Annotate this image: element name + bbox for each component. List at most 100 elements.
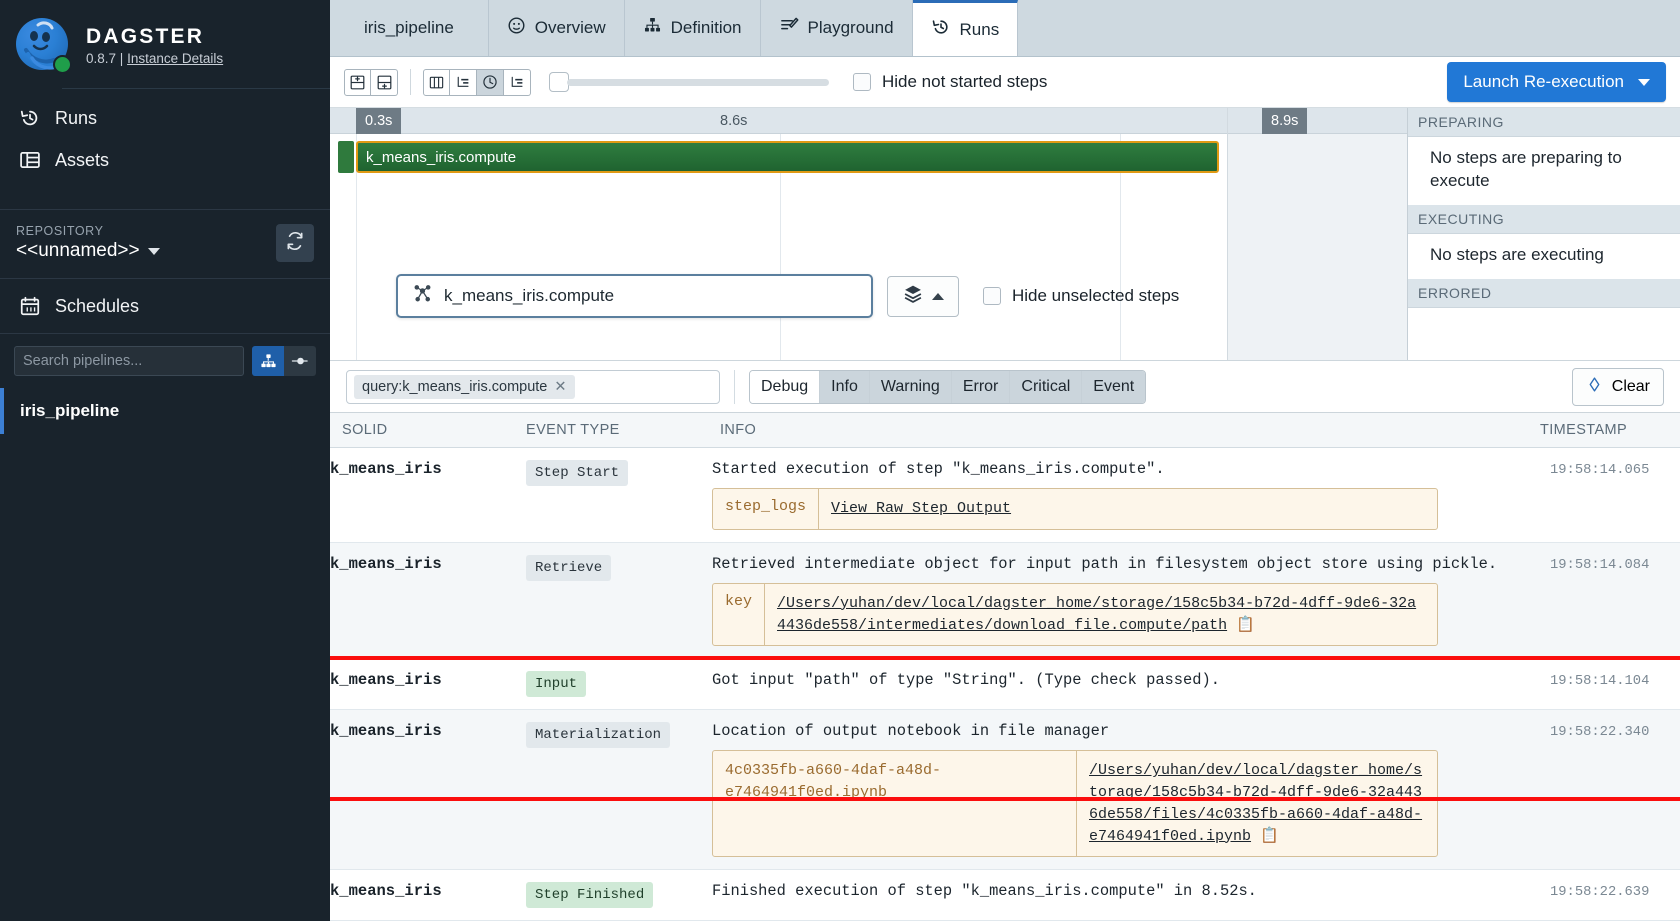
log-filter-bar: query:k_means_iris.compute ✕ Debug Info … xyxy=(330,361,1680,413)
row-solid-name: k_means_iris xyxy=(330,671,442,690)
tab-label: Overview xyxy=(534,18,606,37)
checkbox-box[interactable] xyxy=(853,73,871,91)
level-filter-critical[interactable]: Critical xyxy=(1010,370,1083,403)
metadata-value[interactable]: /Users/yuhan/dev/local/dagster_home/stor… xyxy=(1077,751,1437,856)
tab-pipeline-title: iris_pipeline xyxy=(330,0,489,56)
table-row[interactable]: k_means_iris Step Finished Finished exec… xyxy=(330,870,1680,921)
main-panel: iris_pipeline Overview Definition Playgr… xyxy=(330,0,1680,921)
checkbox-box[interactable] xyxy=(983,287,1001,305)
gantt-bar-label: k_means_iris.compute xyxy=(366,148,517,166)
metadata-link[interactable]: /Users/yuhan/dev/local/dagster_home/stor… xyxy=(777,595,1416,634)
row-solid-name: k_means_iris xyxy=(330,460,442,478)
row-metadata-box: key /Users/yuhan/dev/local/dagster_home/… xyxy=(712,582,1438,647)
version-separator: | xyxy=(119,50,124,66)
level-filter-event[interactable]: Event xyxy=(1082,370,1146,403)
level-filter-debug[interactable]: Debug xyxy=(750,370,821,403)
launch-re-execution-button[interactable]: Launch Re-execution xyxy=(1447,62,1666,102)
tab-label: Definition xyxy=(670,18,742,37)
history-clock-icon xyxy=(931,17,951,42)
row-info-text: Location of output notebook in file mana… xyxy=(712,722,1110,741)
sidebar-item-runs[interactable]: Runs xyxy=(0,97,330,139)
reload-repository-button[interactable] xyxy=(276,224,314,262)
log-table-header: SOLID EVENT TYPE INFO TIMESTAMP xyxy=(330,413,1680,448)
tab-label: Runs xyxy=(959,19,1000,39)
row-event-type-badge: Step Start xyxy=(526,460,629,486)
tab-overview[interactable]: Overview xyxy=(489,0,625,56)
zoom-button-group xyxy=(344,68,398,96)
checkbox-label: Hide unselected steps xyxy=(1012,286,1180,305)
table-row[interactable]: k_means_iris Materialization Location of… xyxy=(330,710,1680,871)
clear-logs-button[interactable]: Clear xyxy=(1571,367,1664,406)
repository-label: REPOSITORY xyxy=(16,224,104,238)
column-header-info: INFO xyxy=(720,422,757,438)
gantt-timeline: 0.3s 8.6s k_means_iris.compute k_means_i… xyxy=(330,108,1227,360)
layers-button[interactable] xyxy=(887,275,959,317)
columns-icon[interactable] xyxy=(423,68,450,96)
row-timestamp: 19:58:14.084 xyxy=(1550,557,1650,573)
query-token-label: query:k_means_iris.compute xyxy=(362,378,548,395)
level-filter-warning[interactable]: Warning xyxy=(869,370,952,403)
gantt-bar-k_means_iris[interactable]: k_means_iris.compute xyxy=(356,141,1219,173)
sidebar-item-assets[interactable]: Assets xyxy=(0,139,330,181)
chevron-down-icon xyxy=(147,247,160,255)
tab-bar-filler xyxy=(1018,0,1680,56)
hide-unselected-steps-checkbox[interactable]: Hide unselected steps xyxy=(983,286,1179,306)
dagster-logo xyxy=(14,16,72,74)
zoom-slider-track[interactable] xyxy=(567,78,829,86)
step-selector-input[interactable]: k_means_iris.compute xyxy=(396,274,873,318)
clock-icon[interactable] xyxy=(477,68,504,96)
copy-icon[interactable]: 📋 xyxy=(1260,828,1279,845)
waterfall-icon[interactable] xyxy=(450,68,477,96)
brand-subtitle: 0.8.7 | Instance Details xyxy=(86,51,223,66)
close-icon[interactable]: ✕ xyxy=(554,379,566,395)
section-body-errored xyxy=(1408,308,1680,330)
table-row[interactable]: k_means_iris Step Start Started executio… xyxy=(330,448,1680,543)
metadata-link[interactable]: View Raw Step Output xyxy=(831,500,1011,517)
metadata-value[interactable]: View Raw Step Output xyxy=(819,489,1023,529)
hide-not-started-steps-checkbox[interactable]: Hide not started steps xyxy=(853,72,1047,92)
toolbar-divider xyxy=(410,69,411,95)
gantt-end-region: 8.9s xyxy=(1227,108,1407,360)
zoom-slider[interactable] xyxy=(549,72,829,92)
sidebar-item-schedules[interactable]: Schedules xyxy=(0,279,330,334)
repository-name-text: <<unnamed>> xyxy=(16,240,140,261)
copy-icon[interactable]: 📋 xyxy=(1236,617,1255,634)
zoom-slider-handle[interactable] xyxy=(549,72,569,92)
table-row[interactable]: k_means_iris Retrieve Retrieved intermed… xyxy=(330,542,1680,660)
refresh-icon xyxy=(285,231,305,256)
tab-runs[interactable]: Runs xyxy=(912,0,1019,56)
table-grid-icon xyxy=(18,148,42,172)
log-level-filter-group: Debug Info Warning Error Critical Event xyxy=(749,369,1147,404)
repository-name[interactable]: <<unnamed>> xyxy=(16,240,160,262)
filter-divider xyxy=(734,369,735,404)
tab-playground[interactable]: Playground xyxy=(761,0,913,56)
gantt-mid-time: 8.6s xyxy=(720,113,748,129)
zoom-out-icon[interactable] xyxy=(371,68,398,96)
log-query-input[interactable]: query:k_means_iris.compute ✕ xyxy=(346,369,720,404)
steps-icon[interactable] xyxy=(504,68,531,96)
tab-label: Playground xyxy=(807,18,894,37)
version-label: 0.8.7 xyxy=(86,50,117,66)
level-filter-error[interactable]: Error xyxy=(951,370,1011,403)
metadata-link[interactable]: /Users/yuhan/dev/local/dagster_home/stor… xyxy=(1089,762,1422,844)
tab-definition[interactable]: Definition xyxy=(625,0,761,56)
instance-details-link[interactable]: Instance Details xyxy=(127,51,223,66)
view-mode-group xyxy=(423,68,531,96)
row-timestamp: 19:58:22.639 xyxy=(1550,885,1650,901)
row-info-text: Got input "path" of type "String". (Type… xyxy=(712,671,1220,690)
pipeline-list-item-iris_pipeline[interactable]: iris_pipeline xyxy=(0,388,330,434)
metadata-key: key xyxy=(713,583,766,646)
hierarchy-icon[interactable] xyxy=(252,346,284,376)
query-token[interactable]: query:k_means_iris.compute ✕ xyxy=(354,374,575,399)
dagster-app: DAGSTER 0.8.7 | Instance Details Runs As… xyxy=(0,0,1680,921)
gantt-end-ruler: 8.9s xyxy=(1228,108,1407,134)
table-row[interactable]: k_means_iris Input Got input "path" of t… xyxy=(330,659,1680,711)
metadata-value[interactable]: /Users/yuhan/dev/local/dagster_home/stor… xyxy=(765,584,1437,646)
tab-bar: iris_pipeline Overview Definition Playgr… xyxy=(330,0,1680,57)
repository-selector[interactable]: REPOSITORY <<unnamed>> xyxy=(0,209,330,279)
gantt-bar-row: k_means_iris.compute xyxy=(330,141,1227,175)
zoom-in-icon[interactable] xyxy=(344,68,371,96)
level-filter-info[interactable]: Info xyxy=(820,370,870,403)
solid-node-icon[interactable] xyxy=(284,346,316,376)
search-input[interactable] xyxy=(14,346,244,376)
